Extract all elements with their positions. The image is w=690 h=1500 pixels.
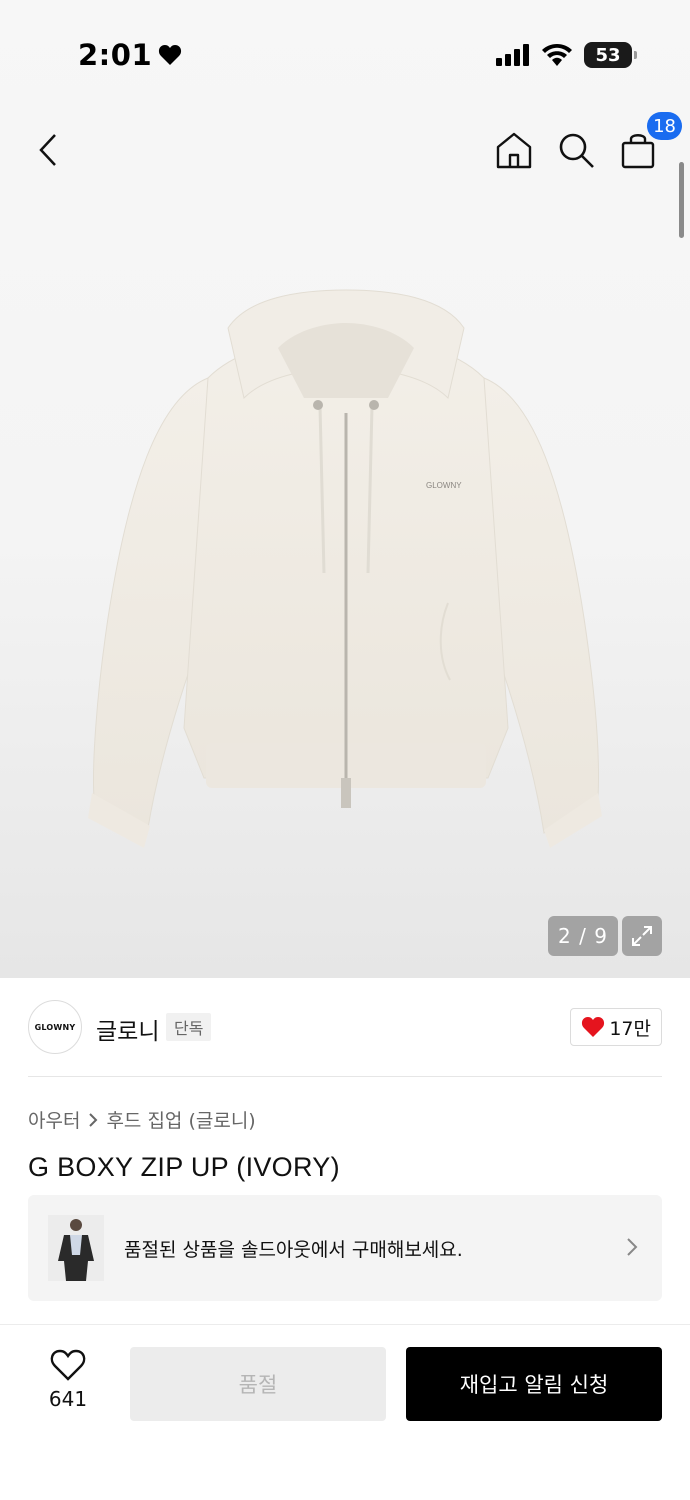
model-image <box>48 1215 104 1281</box>
soldout-banner[interactable]: 품절된 상품을 솔드아웃에서 구매해보세요. <box>28 1195 662 1301</box>
wishlist-count: 641 <box>48 1387 88 1411</box>
soldout-banner-text: 품절된 상품을 솔드아웃에서 구매해보세요. <box>124 1239 463 1261</box>
soldout-button[interactable]: 품절 <box>130 1347 386 1421</box>
battery-indicator: 53 <box>584 42 637 68</box>
cart-button[interactable]: 18 <box>614 112 682 174</box>
wishlist-button[interactable]: 641 <box>30 1349 106 1429</box>
status-icons: 53 <box>496 42 637 68</box>
clock-text: 2:01 <box>78 38 153 72</box>
divider <box>28 1076 662 1077</box>
signal-icon <box>496 44 529 66</box>
exclusive-badge: 단독 <box>166 1013 212 1041</box>
breadcrumb: 아우터 후드 집업 (글로니) <box>28 1106 256 1133</box>
status-time: 2:01 <box>78 38 182 72</box>
brand-logo[interactable]: GLOWNY <box>28 1000 82 1054</box>
image-counter: 2 / 9 <box>548 916 618 956</box>
heart-filled-icon <box>582 1017 605 1037</box>
brand-like-button[interactable]: 17만 <box>570 1008 662 1046</box>
chevron-right-icon <box>627 1238 638 1256</box>
chevron-right-icon <box>89 1112 98 1127</box>
bottom-action-bar: 641 품절 재입고 알림 신청 <box>0 1324 690 1500</box>
restock-alert-button[interactable]: 재입고 알림 신청 <box>406 1347 662 1421</box>
banner-thumbnail <box>48 1215 104 1281</box>
product-title: G BOXY ZIP UP (IVORY) <box>28 1152 340 1182</box>
expand-button[interactable] <box>622 916 662 956</box>
home-icon <box>496 132 532 169</box>
top-navigation: 18 <box>0 112 690 184</box>
chevron-left-icon <box>39 134 56 166</box>
heart-outline-icon <box>50 1349 86 1381</box>
scrollbar-thumb[interactable] <box>679 162 684 238</box>
brand-name[interactable]: 글로니 <box>96 1012 159 1046</box>
shopping-bag-icon <box>621 134 655 169</box>
status-bar: 2:01 53 <box>0 0 690 100</box>
hoodie-logo-text: GLOWNY <box>426 481 462 490</box>
breadcrumb-sub-category[interactable]: 후드 집업 (글로니) <box>106 1106 255 1133</box>
product-image: GLOWNY <box>88 289 602 848</box>
back-button[interactable] <box>24 126 72 174</box>
brand-like-count: 17만 <box>609 1017 651 1040</box>
wifi-icon <box>542 44 572 66</box>
cart-count-badge: 18 <box>647 112 682 140</box>
breadcrumb-category[interactable]: 아우터 <box>28 1106 80 1133</box>
expand-icon <box>632 926 652 946</box>
brand-row: GLOWNY 글로니 단독 17만 <box>0 978 690 1076</box>
search-button[interactable] <box>552 126 600 174</box>
heart-status-icon <box>159 45 182 65</box>
search-icon <box>559 133 594 168</box>
home-button[interactable] <box>490 126 538 174</box>
